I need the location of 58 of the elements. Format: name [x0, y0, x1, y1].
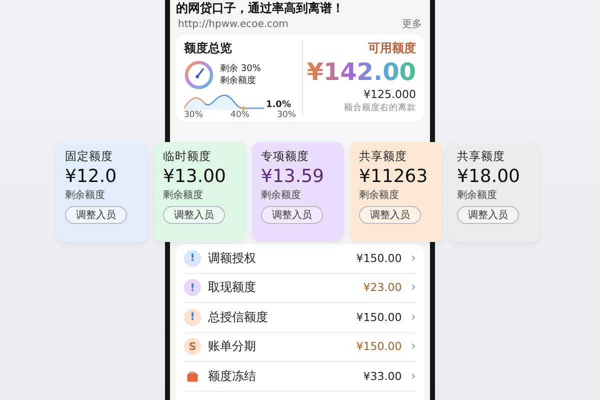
adjust-button[interactable]: 调整入员 — [359, 206, 421, 224]
item-amount: ¥33.00 — [363, 370, 402, 383]
adjust-button[interactable]: 调整入员 — [457, 206, 519, 224]
card-amount: ¥13.59 — [261, 166, 324, 187]
card-label: 剩余额度 — [163, 188, 203, 202]
card-amount: ¥11263 — [359, 166, 428, 187]
item-label: 调额授权 — [208, 250, 257, 267]
card-label: 剩余额度 — [457, 188, 497, 202]
total-amount: ¥125.000 — [364, 88, 416, 101]
list-item[interactable]: ! 取现额度 ¥23.00 › — [184, 274, 416, 303]
item-amount: ¥23.00 — [363, 281, 402, 294]
badge-icon: S — [184, 338, 201, 356]
url-text: http://hpww.ecoe.com — [178, 18, 288, 30]
chevron-icon: › — [410, 310, 416, 325]
item-label: 取现额度 — [208, 279, 257, 296]
gauge-icon — [184, 60, 214, 90]
overview-title: 额度总览 — [184, 40, 233, 57]
chevron-icon: › — [410, 280, 416, 296]
item-label: 额度冻结 — [208, 368, 257, 385]
card-title: 专项额度 — [261, 149, 309, 164]
list-item[interactable]: S 账单分期 ¥150.00 › — [184, 332, 416, 362]
chevron-icon: › — [410, 339, 416, 354]
card-label: 剩余额度 — [261, 188, 301, 202]
item-label: 总授信额度 — [208, 308, 269, 326]
headline: 的网贷口子，通过率高到离谱！ — [176, 1, 345, 16]
more-link[interactable]: 更多 — [402, 17, 422, 31]
item-amount: ¥150.00 — [356, 310, 402, 324]
card-title: 临时额度 — [163, 149, 211, 164]
item-amount: ¥150.00 — [356, 340, 402, 354]
available-label: 可用额度 — [368, 40, 416, 57]
card-label: 剩余额度 — [65, 188, 105, 202]
remain-percent: 剩余 30% — [220, 62, 261, 75]
list-item[interactable]: ! 调额授权 ¥150.00 › — [184, 244, 416, 274]
card-amount: ¥13.00 — [163, 166, 226, 187]
card-amount: ¥12.0 — [65, 166, 117, 187]
chevron-icon: › — [410, 368, 416, 384]
chevron-icon: › — [410, 250, 416, 266]
item-amount: ¥150.00 — [356, 252, 402, 265]
item-label: 账单分期 — [208, 338, 257, 356]
badge-icon: ! — [184, 308, 201, 326]
badge-icon: ! — [184, 279, 201, 296]
note-text: 额合额度右的离款 — [344, 102, 416, 114]
adjust-button[interactable]: 调整入员 — [261, 206, 323, 224]
card-title: 共享额度 — [359, 149, 407, 164]
adjust-button[interactable]: 调整入员 — [163, 206, 225, 224]
axis-label: 40% — [230, 110, 250, 120]
adjust-button[interactable]: 调整入员 — [65, 206, 127, 224]
axis-label: 30% — [184, 110, 203, 120]
remain-label: 剩余额度 — [220, 75, 257, 88]
card-title: 固定额度 — [65, 149, 113, 164]
wave-value: 1.0% — [266, 100, 291, 110]
list-item[interactable]: 额度冻结 ¥33.00 › — [184, 362, 416, 392]
axis-label: 30% — [277, 110, 296, 120]
card-title: 共享额度 — [457, 149, 505, 164]
card-amount: ¥18.00 — [457, 166, 520, 187]
list-item[interactable]: ! 总授信额度 ¥150.00 › — [184, 303, 416, 332]
card-label: 剩余额度 — [359, 188, 399, 202]
badge-icon: ! — [184, 250, 201, 267]
